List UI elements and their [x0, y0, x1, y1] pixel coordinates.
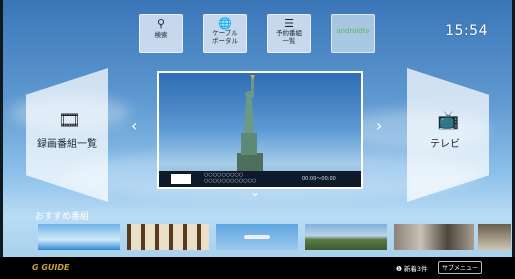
film-icon: 🎞 — [58, 110, 81, 131]
chevron-down-icon[interactable]: ⌄ — [250, 185, 260, 199]
submenu-label: サブメニュー — [442, 265, 479, 272]
new-info-indicator[interactable]: ❶ 新着3件 — [396, 263, 428, 273]
recommendation-thumbnail-beach-city[interactable] — [38, 224, 120, 250]
clock: 15:54 — [445, 23, 488, 39]
chevron-right-icon[interactable]: › — [376, 116, 382, 135]
program-subtitle-line: ○○○○○○○○○○○○ — [204, 178, 257, 184]
reservation-list-label: 予約番組 一覧 — [276, 29, 302, 45]
recommendation-thumbnail-dog[interactable] — [478, 224, 511, 250]
search-button[interactable]: ⚲ 検索 — [139, 14, 183, 53]
channel-logo-box — [171, 174, 191, 184]
reservation-list-button[interactable]: ☰ 予約番組 一覧 — [267, 14, 311, 53]
recommendation-thumbnail-airplane[interactable] — [216, 224, 298, 250]
statue-image — [237, 75, 263, 187]
program-time: 00:00～00:00 — [302, 176, 336, 182]
cable-portal-button[interactable]: 🌐 ケーブル ポータル — [203, 14, 247, 53]
g-guide-logo: G GUIDE — [32, 263, 70, 272]
airplane-shape — [244, 235, 270, 239]
cable-portal-label: ケーブル ポータル — [212, 29, 238, 45]
home-screen: ⚲ 検索 🌐 ケーブル ポータル ☰ 予約番組 一覧 androidtv 15:… — [0, 0, 515, 279]
recommendation-thumbnail-cats[interactable] — [394, 224, 474, 250]
recorded-programs-label: 録画番組一覧 — [37, 139, 97, 150]
info-icon: ❶ — [396, 265, 402, 273]
left-edge — [0, 0, 3, 279]
tv-label: テレビ — [430, 139, 460, 150]
recommendation-thumbnail-japanese-room[interactable] — [127, 224, 209, 250]
submenu-button[interactable]: サブメニュー — [438, 261, 483, 274]
program-title: ○○○○○○○○○ ○○○○○○○○○○○○ — [204, 172, 256, 184]
program-preview[interactable]: ○○○○○○○○○ ○○○○○○○○○○○○ 00:00～00:00 — [157, 71, 363, 189]
tv-icon: 📺 — [437, 110, 460, 131]
recommendation-thumbnail-statue-park[interactable] — [305, 224, 387, 250]
chevron-left-icon[interactable]: ‹ — [131, 116, 137, 135]
android-tv-logo: androidtv — [336, 27, 370, 35]
recommendations-title: おすすめ番組 — [35, 212, 90, 222]
search-label: 検索 — [154, 31, 168, 39]
new-info-label: 新着3件 — [403, 265, 428, 273]
bottom-bar: G GUIDE ❶ 新着3件 サブメニュー — [0, 257, 515, 279]
android-tv-button[interactable]: androidtv — [331, 14, 375, 53]
search-icon: ⚲ — [156, 17, 166, 30]
